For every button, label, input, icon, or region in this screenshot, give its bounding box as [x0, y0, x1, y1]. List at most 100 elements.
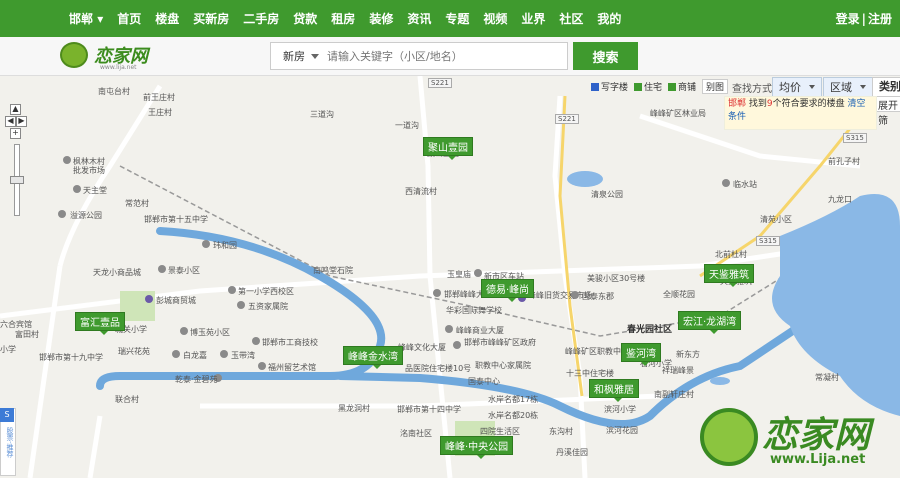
route-shield: S315 [843, 133, 867, 143]
legend-office[interactable]: 写字楼 [601, 80, 628, 93]
map-label: 国泰中心 [468, 377, 500, 386]
category-tab[interactable]: 类别 [872, 77, 900, 97]
zoom-in-button[interactable]: + [10, 128, 21, 139]
pan-left-button[interactable]: ◀ [5, 116, 16, 127]
map-label: 前王庄村 [143, 93, 175, 102]
side-s-icon[interactable]: S [0, 408, 14, 422]
watermark: 恋家网 www.Lija.net [692, 404, 897, 474]
map-label: 批发市场 [73, 166, 105, 175]
route-shield: S221 [555, 114, 579, 124]
map-label: 峰峰文化大厦 [398, 343, 446, 352]
nav-rent[interactable]: 租房 [331, 10, 355, 27]
poi-marker[interactable] [172, 350, 180, 358]
flag-button[interactable]: 别图 [702, 79, 729, 94]
nav-news[interactable]: 资讯 [407, 10, 431, 27]
map-label: 峰峰矿区林业局 [650, 109, 706, 118]
result-notice: 邯郸 找到9个符合要求的楼盘 清空条件 [724, 96, 877, 130]
residential-legend-icon [634, 82, 643, 91]
poi-marker[interactable] [220, 350, 228, 358]
map-label: 十三中住宅楼 [566, 369, 614, 378]
map-label: 福州留艺术馆 [268, 363, 316, 372]
map-label: 天龙小商品城 [93, 268, 141, 277]
map-label: 常范村 [125, 199, 149, 208]
poi-marker[interactable] [228, 286, 236, 294]
shop-legend-icon [668, 82, 677, 91]
map-label: 玉带湾 [231, 351, 255, 360]
poi-marker[interactable] [445, 325, 453, 333]
property-tag[interactable]: 天鉴雅筑 [704, 264, 754, 287]
legend-shop[interactable]: 商铺 [678, 80, 696, 93]
login-link[interactable]: 登录 [836, 10, 860, 27]
pan-right-button[interactable]: ▶ [16, 116, 27, 127]
chevron-down-icon[interactable] [311, 53, 319, 59]
map-label: 邯郸市峰峰矿区政府 [464, 338, 536, 347]
poi-marker[interactable] [571, 291, 579, 299]
poi-marker[interactable] [453, 341, 461, 349]
map-label: 王庄村 [148, 108, 172, 117]
search-button[interactable]: 搜索 [573, 42, 638, 70]
property-tag[interactable]: 峰峰金水湾 [343, 346, 403, 369]
map-label: 博玉苑小区 [190, 328, 230, 337]
poi-marker[interactable] [252, 337, 260, 345]
nav-second-hand[interactable]: 二手房 [243, 10, 279, 27]
map-label: 春光园社区 [627, 325, 673, 335]
city-selector[interactable]: 邯郸 ▾ [69, 10, 103, 27]
map-label: 东沟村 [549, 427, 573, 436]
route-shield: S221 [428, 78, 452, 88]
search-input[interactable] [325, 48, 549, 64]
property-tag[interactable]: 峰峰·中央公园 [440, 436, 514, 459]
zoom-slider-handle[interactable] [10, 176, 24, 184]
map-label: 清苑小区 [760, 215, 792, 224]
nav-loupan[interactable]: 楼盘 [155, 10, 179, 27]
poi-marker[interactable] [433, 289, 441, 297]
area-dropdown[interactable]: 区域 [823, 77, 873, 97]
site-logo[interactable]: 恋家网 www.lija.net [60, 40, 160, 71]
property-tag[interactable]: 聚山壹园 [423, 137, 473, 160]
map-label: 新东方 [676, 350, 700, 359]
nav-home[interactable]: 首页 [117, 10, 141, 27]
header-bar: 恋家网 www.lija.net 新房 搜索 [0, 37, 900, 76]
property-tag[interactable]: 鉴河湾 [621, 343, 661, 366]
snail-icon [700, 408, 758, 466]
map-label: 邯郸市第十五中学 [144, 215, 208, 224]
nav-decoration[interactable]: 装修 [369, 10, 393, 27]
nav-industry[interactable]: 业界 [521, 10, 545, 27]
snail-logo-icon [60, 42, 88, 68]
poi-marker[interactable] [58, 210, 66, 218]
map-label: 品医院住宅楼10号 [405, 364, 472, 373]
map-label: 玮和园 [213, 241, 237, 250]
poi-marker[interactable] [474, 269, 482, 277]
pan-up-button[interactable]: ▲ [10, 104, 21, 115]
map-label: 全顺花园 [663, 290, 695, 299]
nav-topic[interactable]: 专题 [445, 10, 469, 27]
property-tag[interactable]: 宏江·龙湖湾 [678, 311, 742, 334]
poi-marker[interactable] [145, 295, 153, 303]
poi-marker[interactable] [202, 240, 210, 248]
map-label: 职教中心家属院 [475, 361, 531, 370]
map-label: 九龙口 [828, 195, 852, 204]
map-label: 乾泰·金碧苑 [175, 375, 218, 384]
poi-marker[interactable] [180, 327, 188, 335]
legend-residential[interactable]: 住宅 [644, 80, 662, 93]
property-tag[interactable]: 和枫雅居 [589, 379, 639, 402]
poi-marker[interactable] [722, 179, 730, 187]
nav-video[interactable]: 视频 [483, 10, 507, 27]
property-tag[interactable]: 德易·峰尚 [481, 279, 535, 302]
property-tag[interactable]: 富汇壹品 [75, 312, 125, 335]
price-dropdown[interactable]: 均价 [772, 77, 822, 97]
poi-marker[interactable] [73, 185, 81, 193]
poi-marker[interactable] [158, 265, 166, 273]
poi-marker[interactable] [237, 301, 245, 309]
nav-loan[interactable]: 贷款 [293, 10, 317, 27]
nav-mine[interactable]: 我的 [597, 10, 621, 27]
register-link[interactable]: 注册 [868, 10, 892, 27]
map-label: 水岸名都17栋 [488, 395, 539, 404]
poi-marker[interactable] [258, 362, 266, 370]
poi-marker[interactable] [63, 156, 71, 164]
map-label: 玉皇庙 [447, 270, 471, 279]
map-label: 滨河小学 [604, 405, 636, 414]
nav-community[interactable]: 社区 [559, 10, 583, 27]
nav-new-house[interactable]: 买新房 [193, 10, 229, 27]
legend: 写字楼 住宅 商铺 别图 [585, 79, 729, 94]
search-category-select[interactable]: 新房 [271, 48, 311, 64]
